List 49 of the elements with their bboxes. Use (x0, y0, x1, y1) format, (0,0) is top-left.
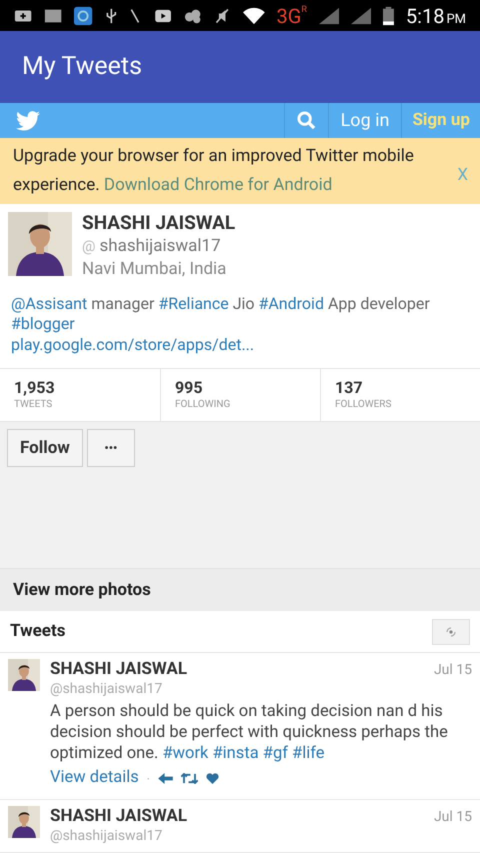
tweet-date: Jul 15 (434, 808, 472, 827)
profile-location: Navi Mumbai, India (82, 258, 228, 280)
tweet-text: A person should be quick on taking decision nan d his decision should be perfect with quickness perhaps the optimized one. #work #insta #gf #life (50, 701, 449, 764)
stat-tab[interactable]: 1,953 TWEETS (0, 368, 160, 422)
tweet-author: SHASHI JAISWAL (50, 659, 188, 680)
signal-icon (318, 6, 339, 25)
retweet-icon[interactable] (180, 773, 198, 784)
app-icon (44, 8, 62, 24)
stat-label: TWEETS (14, 398, 54, 412)
usb-icon (104, 6, 118, 25)
signal-icon (350, 6, 371, 25)
at-sign: @ (82, 236, 96, 257)
tweet-date: Jul 15 (434, 661, 472, 680)
banner-message: Upgrade your browser for an improved Twitter mobile experience. Download Chrome for Android (13, 145, 415, 197)
stat-label: FOLLOWING (175, 398, 232, 412)
section-title: Tweets (10, 620, 66, 644)
clock-period: PM (446, 12, 466, 26)
profile-url[interactable]: play.google.com/store/apps/det... (0, 334, 480, 356)
stat-value: 1,953 (14, 378, 56, 398)
separator: · (146, 770, 150, 788)
battery-icon (382, 6, 394, 26)
network-type: 3G (276, 6, 302, 26)
tweet-handle: @shashijaiswal17 (50, 681, 164, 698)
mute-icon (214, 6, 231, 25)
stat-value: 995 (175, 378, 204, 398)
stat-tab[interactable]: 137 FOLLOWERS (320, 368, 480, 422)
share-icon (74, 6, 93, 26)
cloud-icon (184, 8, 202, 24)
tweet-author: SHASHI JAISWAL (50, 806, 188, 826)
roaming-mark: R (301, 6, 307, 15)
reply-icon[interactable] (158, 773, 173, 784)
wifi-icon (242, 6, 265, 25)
stat-label: FOLLOWERS (335, 398, 392, 412)
photos-bar[interactable]: View more photos (0, 568, 480, 612)
stat-value: 137 (335, 378, 364, 398)
stat-tab[interactable]: 995 FOLLOWING (160, 368, 320, 422)
profile-handle: shashijaiswal17 (99, 234, 221, 258)
tweet-handle: @shashijaiswal17 (50, 828, 164, 844)
video-icon (154, 8, 172, 23)
clock: 5:18 (406, 6, 444, 26)
search-icon (296, 111, 316, 130)
notification-icon (14, 8, 32, 24)
profile-name: SHASHI JAISWAL (82, 212, 236, 234)
view-details-link[interactable]: View details (50, 766, 139, 791)
pen-icon (129, 6, 142, 25)
heart-icon[interactable] (206, 773, 219, 784)
follow-button[interactable]: Follow (7, 429, 83, 468)
more-button[interactable]: ••• (86, 429, 135, 468)
page-title: My Tweets (22, 51, 142, 84)
